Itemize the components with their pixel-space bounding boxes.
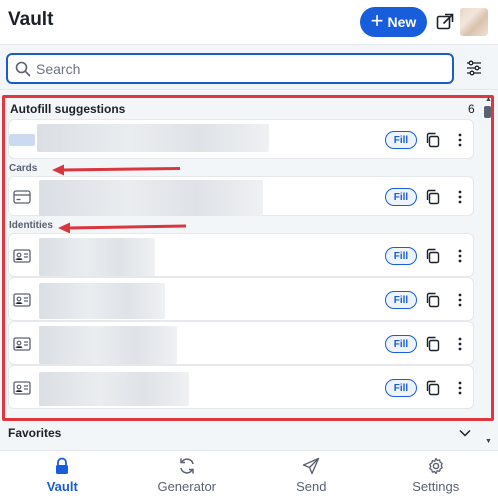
- nav-settings-label: Settings: [412, 479, 460, 494]
- nav-generator[interactable]: Generator: [125, 451, 250, 500]
- search-box: [6, 53, 454, 84]
- new-item-button[interactable]: + New: [360, 7, 427, 37]
- avatar[interactable]: [460, 8, 488, 36]
- scroll-up-arrow[interactable]: ▲: [485, 96, 492, 103]
- favorites-section-title[interactable]: Favorites: [8, 426, 61, 440]
- search-input[interactable]: [36, 59, 436, 79]
- chevron-down-icon[interactable]: [458, 428, 472, 438]
- nav-send-label: Send: [296, 479, 327, 494]
- popout-icon[interactable]: [436, 13, 454, 31]
- nav-vault-label: Vault: [46, 479, 78, 494]
- nav-settings[interactable]: Settings: [374, 451, 498, 500]
- plus-icon: +: [370, 8, 384, 33]
- bottom-nav: Vault Generator Send Settings: [0, 450, 498, 500]
- scroll-down-arrow[interactable]: ▼: [485, 438, 492, 445]
- app-header: Vault + New: [0, 0, 498, 44]
- vault-content: Autofill suggestions 6 Fill Cards Fill I…: [0, 90, 498, 450]
- lock-icon: [56, 457, 69, 474]
- nav-generator-label: Generator: [157, 479, 217, 494]
- nav-vault[interactable]: Vault: [0, 451, 125, 500]
- search-icon: [15, 61, 31, 77]
- scrollbar-thumb[interactable]: [484, 106, 491, 118]
- annotation-highlight-box: [2, 95, 494, 421]
- page-title: Vault: [8, 9, 54, 30]
- search-bar: [0, 44, 498, 90]
- gear-icon: [428, 457, 443, 475]
- nav-send[interactable]: Send: [249, 451, 374, 500]
- new-button-label: New: [387, 14, 417, 30]
- refresh-icon: [180, 458, 194, 474]
- send-icon: [303, 457, 320, 475]
- filter-icon[interactable]: [466, 60, 482, 76]
